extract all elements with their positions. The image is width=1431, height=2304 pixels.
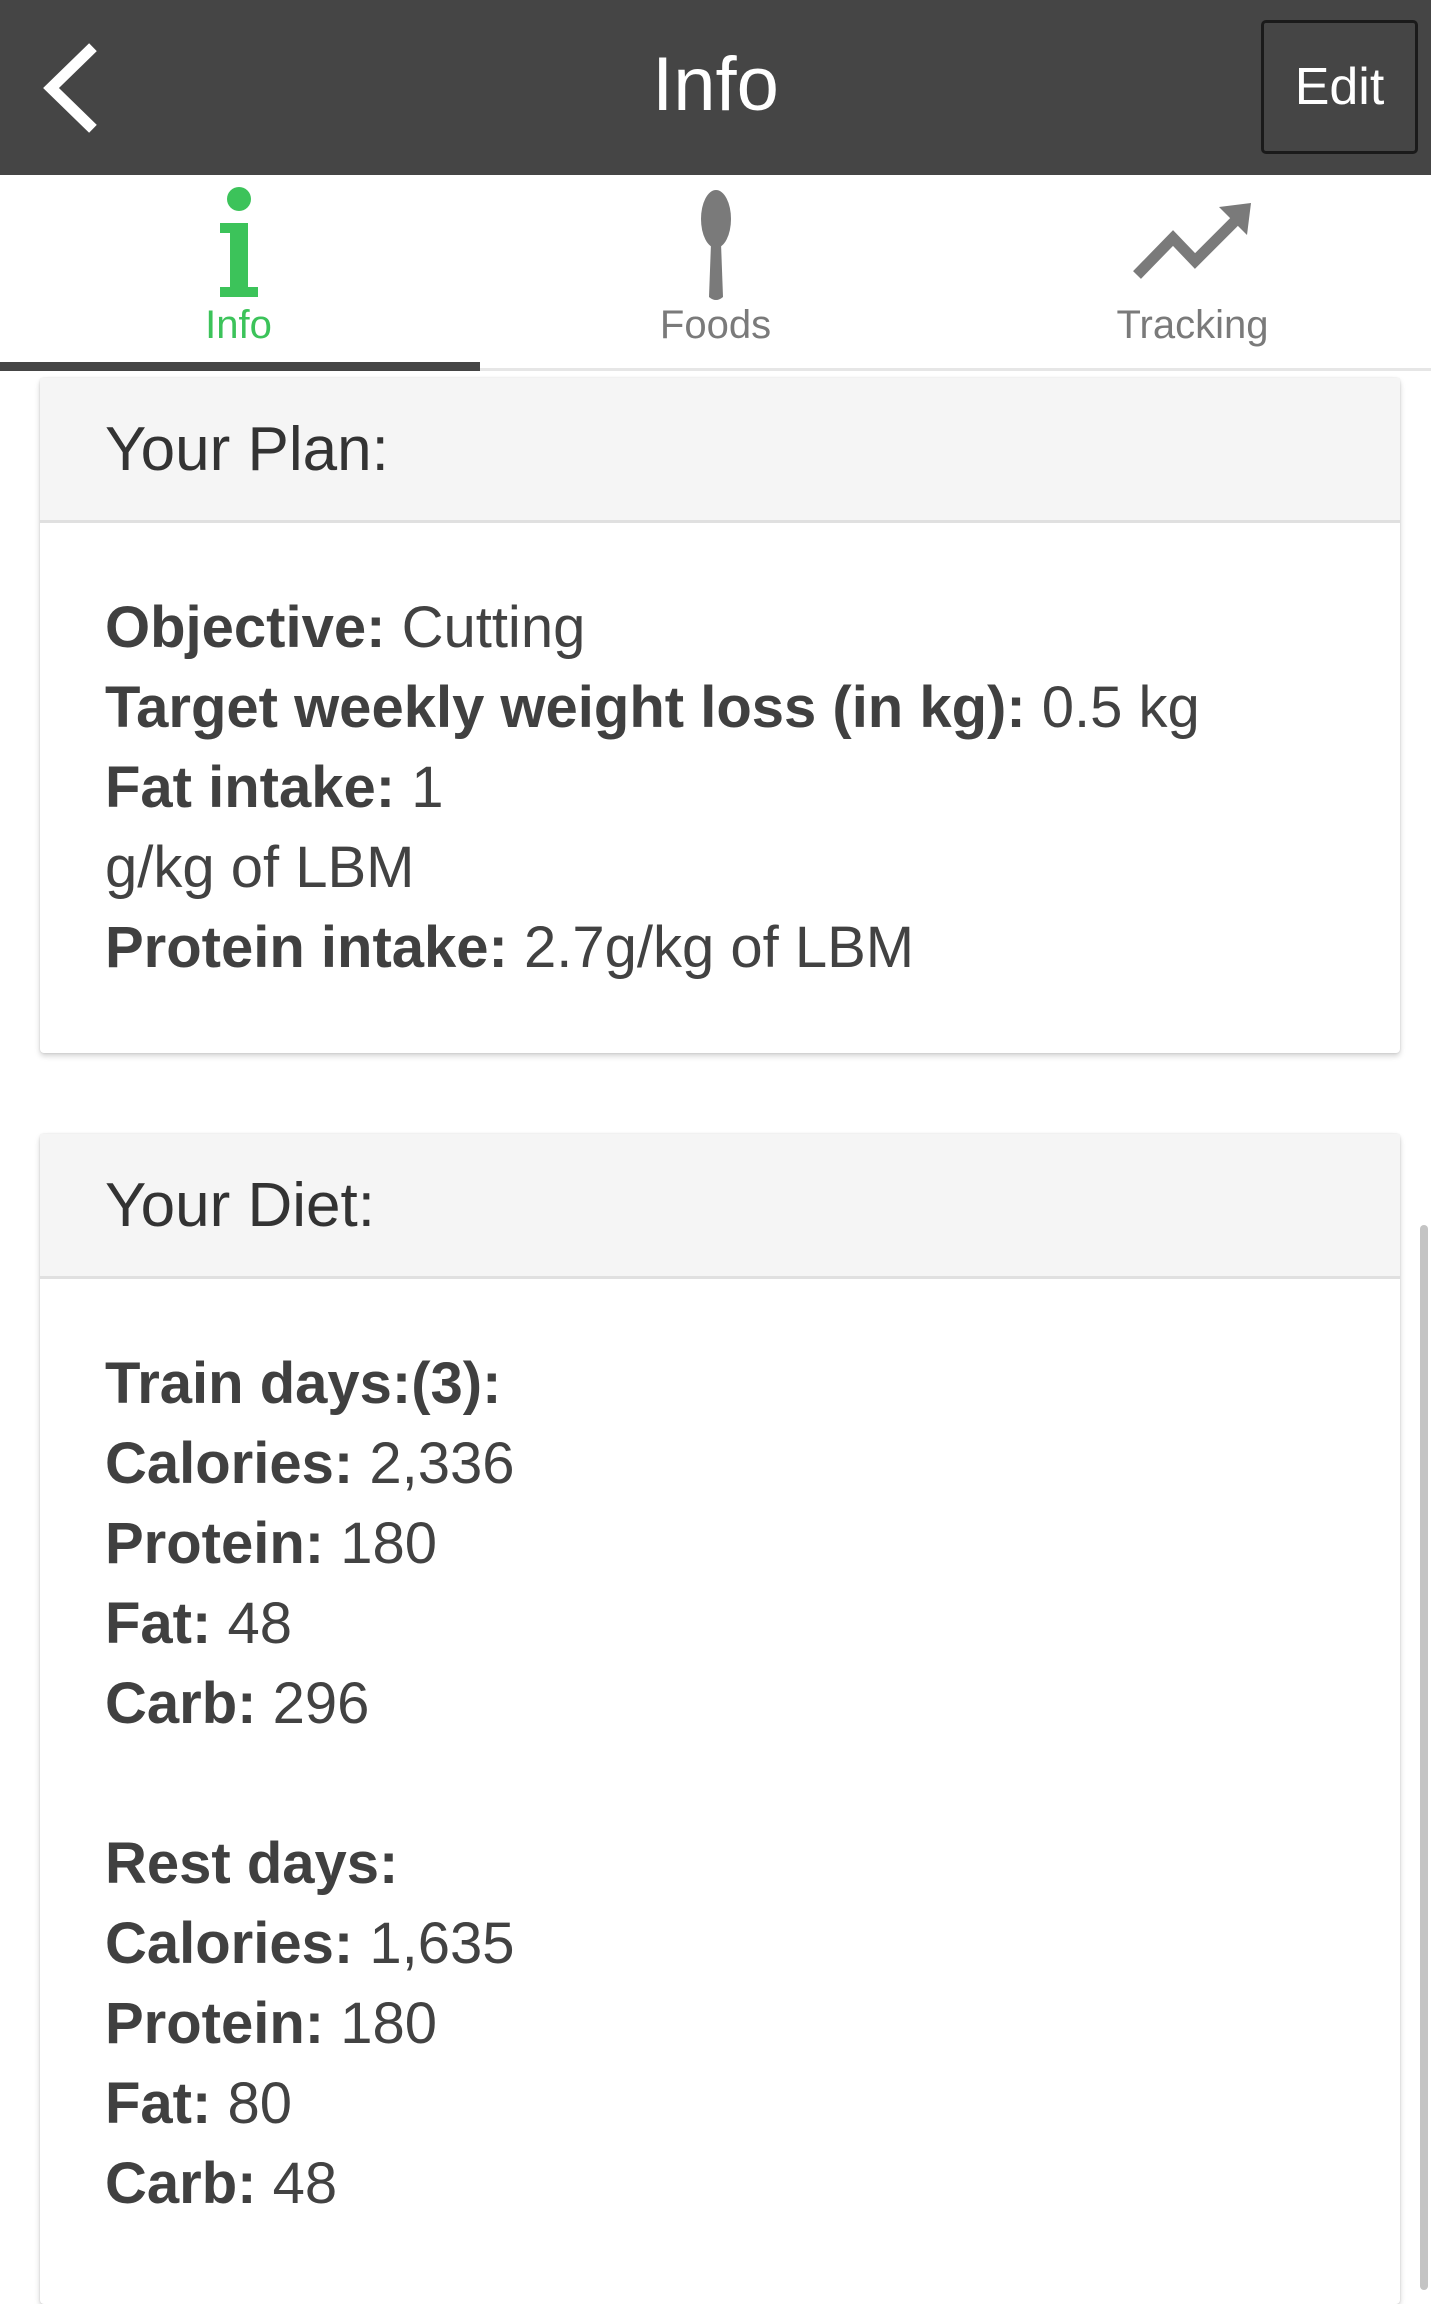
protein-intake-label: Protein intake: (105, 915, 508, 980)
train-calories-label: Calories: (105, 1431, 354, 1496)
plan-card-body: Objective: Cutting Target weekly weight … (40, 523, 1400, 988)
info-icon (219, 187, 258, 297)
diet-card-body: Train days:(3): Calories: 2,336 Protein:… (40, 1279, 1400, 2224)
train-carb-label: Carb: (105, 1671, 257, 1736)
train-fat-value: 48 (227, 1591, 292, 1656)
train-protein-label: Protein: (105, 1511, 325, 1576)
tab-tracking[interactable]: Tracking (954, 175, 1431, 371)
plan-card-header: Your Plan: (40, 378, 1400, 523)
weekly-loss-value: 0.5 kg (1041, 675, 1200, 740)
rest-calories-row: Calories: 1,635 (105, 1904, 1400, 1984)
rest-calories-value: 1,635 (369, 1911, 515, 1976)
rest-carb-label: Carb: (105, 2151, 257, 2216)
edit-button[interactable]: Edit (1261, 20, 1418, 154)
train-days-title-text: Train days:(3): (105, 1351, 502, 1416)
train-protein-value: 180 (340, 1511, 438, 1576)
diet-card-header: Your Diet: (40, 1134, 1400, 1279)
weekly-loss-label: Target weekly weight loss (in kg): (105, 675, 1026, 740)
rest-fat-label: Fat: (105, 2071, 212, 2136)
app-bar: Info Edit (0, 0, 1431, 175)
objective-row: Objective: Cutting (105, 588, 1400, 668)
rest-protein-row: Protein: 180 (105, 1984, 1400, 2064)
rest-calories-label: Calories: (105, 1911, 354, 1976)
plan-card: Your Plan: Objective: Cutting Target wee… (40, 378, 1400, 1053)
tab-info-label: Info (205, 303, 272, 347)
scrollbar[interactable] (1420, 1225, 1428, 2290)
tab-bar: Info Foods Tracking (0, 175, 1431, 371)
tab-info[interactable]: Info (0, 175, 477, 371)
rest-carb-row: Carb: 48 (105, 2144, 1400, 2224)
train-fat-label: Fat: (105, 1591, 212, 1656)
rest-protein-value: 180 (340, 1991, 438, 2056)
rest-fat-row: Fat: 80 (105, 2064, 1400, 2144)
train-days-title: Train days:(3): (105, 1344, 1400, 1424)
rest-fat-value: 80 (227, 2071, 292, 2136)
weekly-loss-row: Target weekly weight loss (in kg): 0.5 k… (105, 668, 1400, 748)
train-protein-row: Protein: 180 (105, 1504, 1400, 1584)
train-carb-value: 296 (272, 1671, 370, 1736)
tab-foods-label: Foods (659, 303, 772, 347)
fat-intake-unit: g/kg of LBM (105, 835, 415, 900)
fat-intake-value: 1 (411, 755, 444, 820)
spoon-icon (700, 190, 731, 300)
trend-up-icon (1132, 203, 1251, 279)
rest-protein-label: Protein: (105, 1991, 325, 2056)
active-tab-indicator (0, 362, 480, 371)
fat-intake-label: Fat intake: (105, 755, 396, 820)
train-calories-value: 2,336 (369, 1431, 515, 1496)
objective-label: Objective: (105, 595, 386, 660)
rest-days-title: Rest days: (105, 1824, 1400, 1904)
fat-intake-unit-row: g/kg of LBM (105, 828, 1400, 908)
tab-tracking-label: Tracking (1116, 303, 1269, 347)
rest-days-title-text: Rest days: (105, 1831, 399, 1896)
tab-foods[interactable]: Foods (477, 175, 954, 371)
train-fat-row: Fat: 48 (105, 1584, 1400, 1664)
protein-intake-value: 2.7g/kg of LBM (523, 915, 915, 980)
rest-carb-value: 48 (272, 2151, 338, 2216)
fat-intake-row: Fat intake: 1 (105, 748, 1400, 828)
page-title: Info (652, 42, 779, 127)
train-calories-row: Calories: 2,336 (105, 1424, 1400, 1504)
protein-intake-row: Protein intake: 2.7g/kg of LBM (105, 908, 1400, 988)
objective-value: Cutting (401, 595, 586, 660)
train-carb-row: Carb: 296 (105, 1664, 1400, 1744)
diet-card: Your Diet: Train days:(3): Calories: 2,3… (40, 1134, 1400, 2304)
